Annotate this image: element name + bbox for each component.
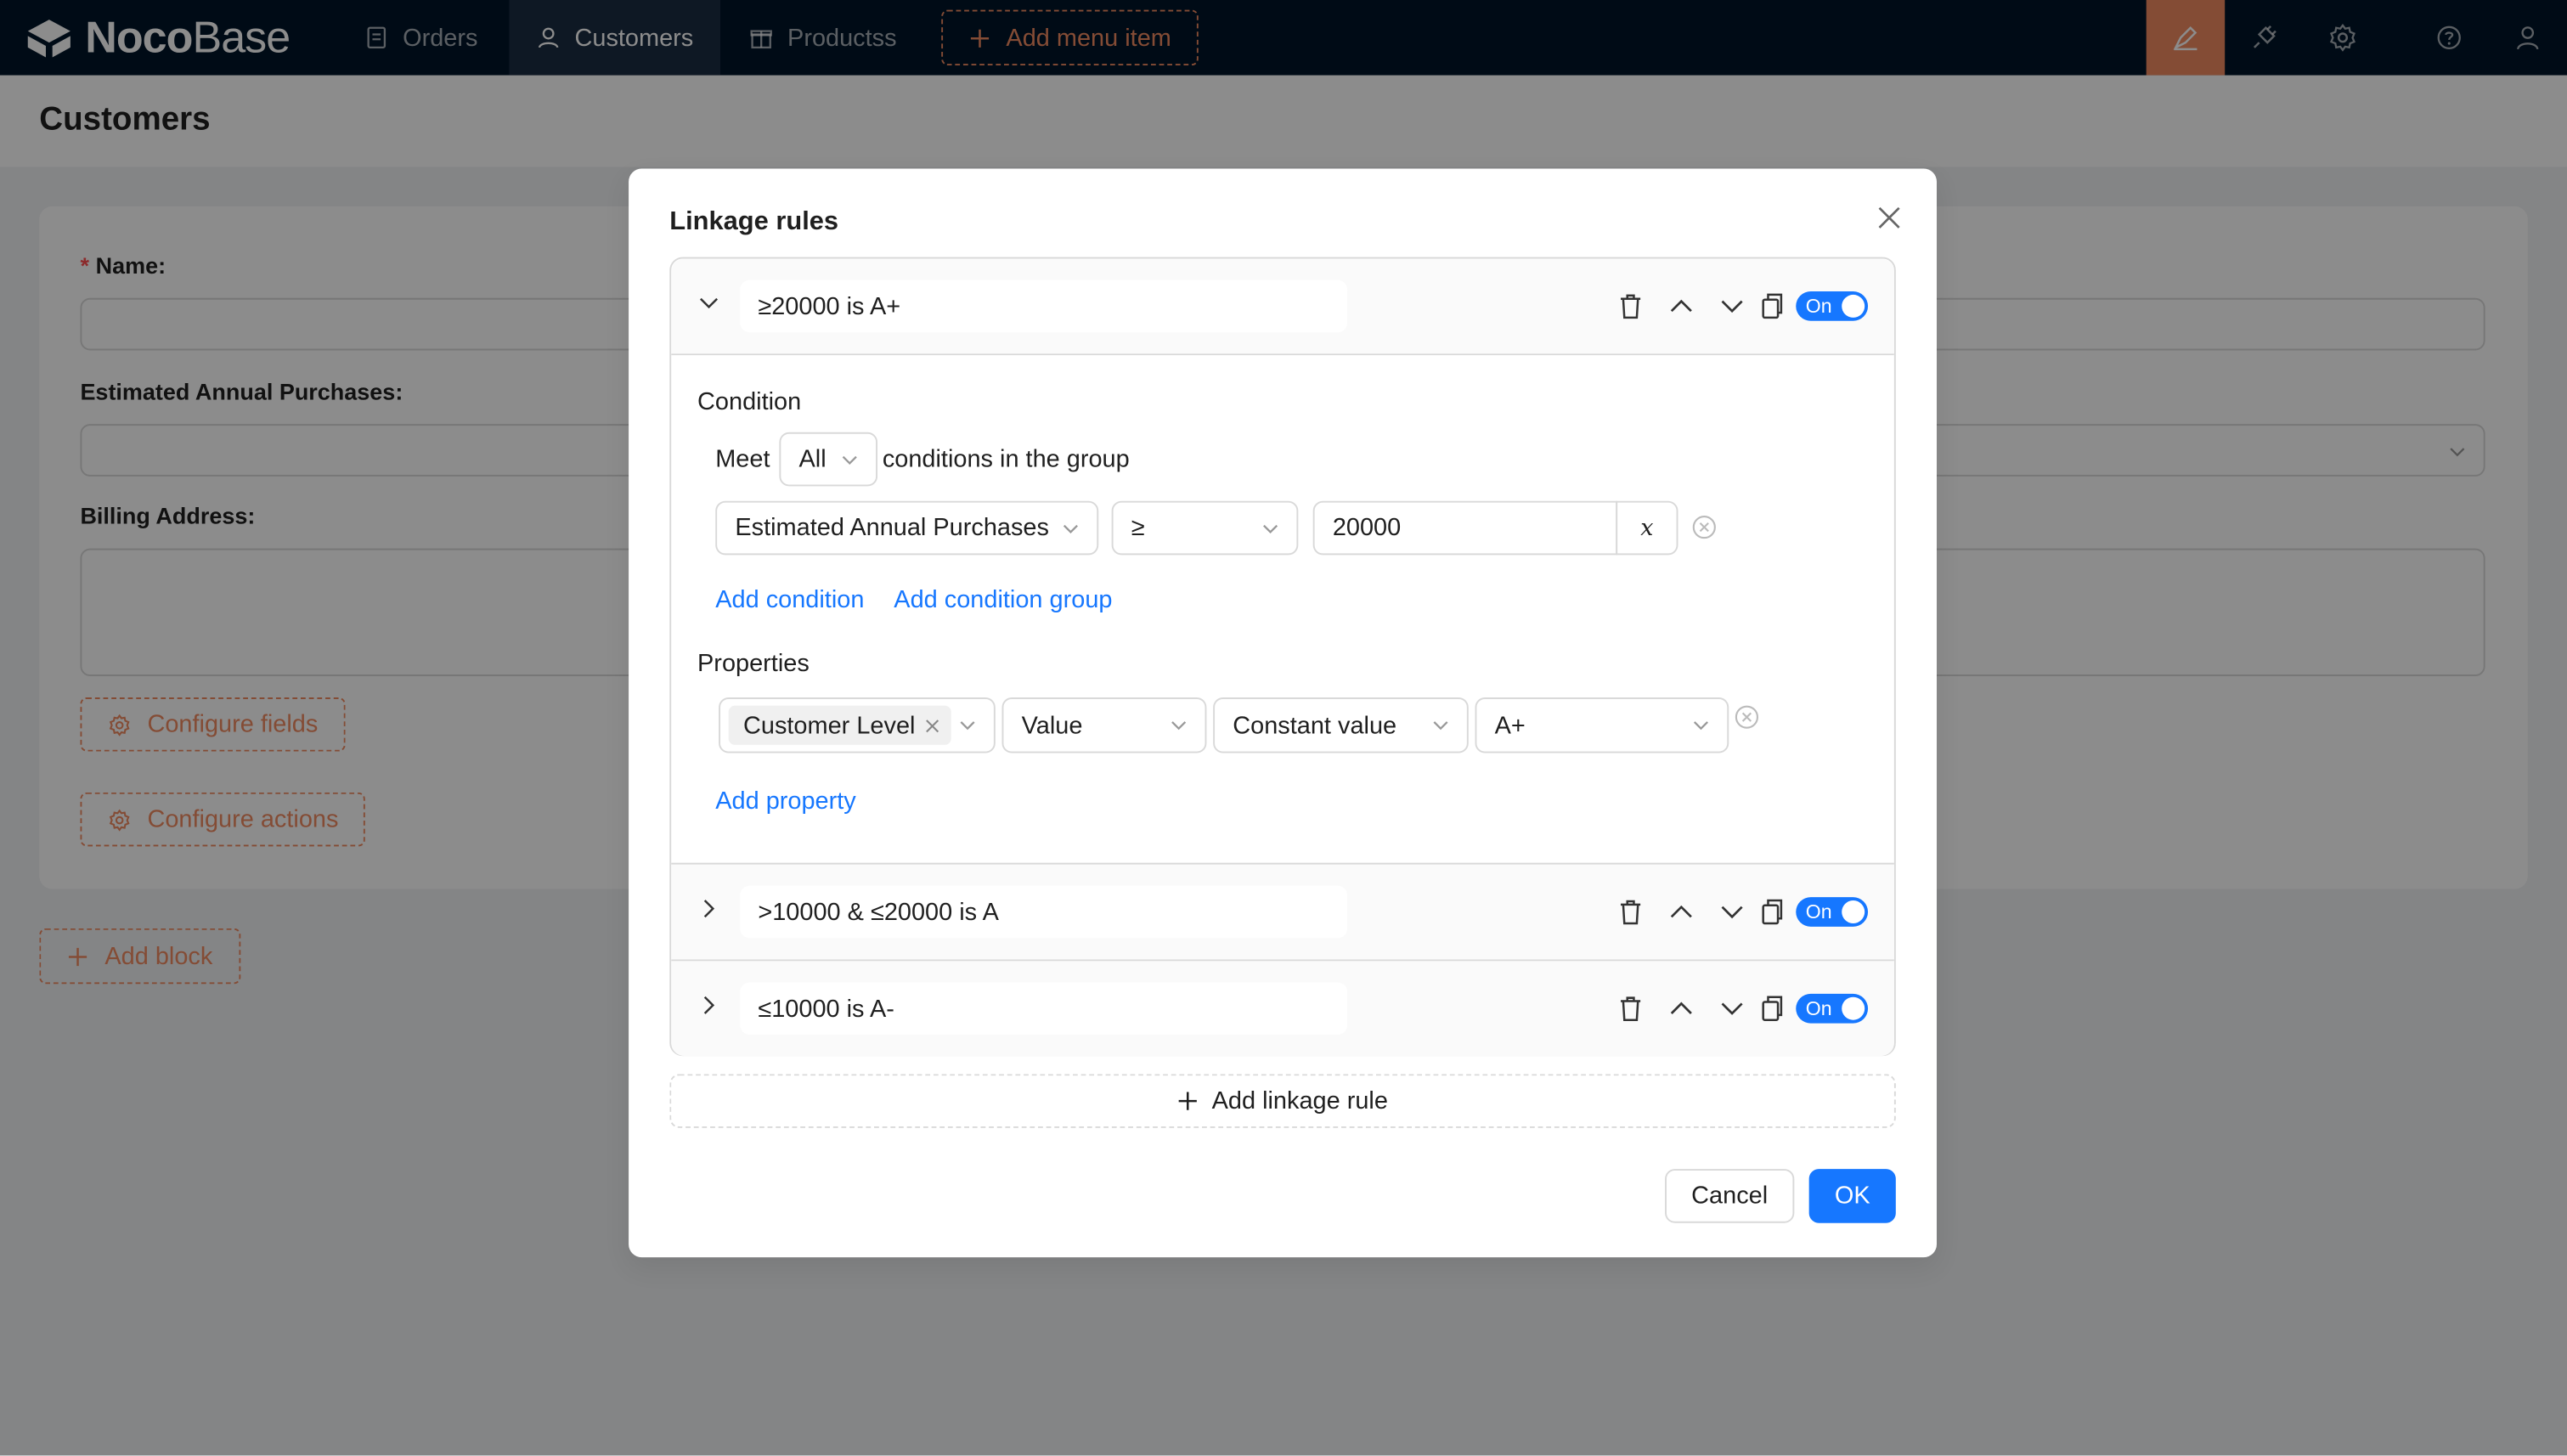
plus-icon bbox=[1179, 1092, 1198, 1110]
meet-label: Meet bbox=[715, 445, 770, 473]
modal-title: Linkage rules bbox=[669, 207, 839, 236]
rule-enabled-toggle[interactable]: On bbox=[1796, 993, 1869, 1024]
add-condition-group-link[interactable]: Add condition group bbox=[894, 586, 1112, 614]
move-up-icon[interactable] bbox=[1667, 994, 1696, 1024]
delete-icon[interactable] bbox=[1616, 994, 1645, 1024]
toggle-label: On bbox=[1805, 900, 1832, 923]
rule-header-2[interactable]: >10000 & ≤20000 is A On bbox=[671, 862, 1894, 960]
move-down-icon[interactable] bbox=[1718, 291, 1747, 321]
condition-operator-select[interactable]: ≥ bbox=[1111, 500, 1299, 556]
cancel-button[interactable]: Cancel bbox=[1665, 1169, 1795, 1223]
remove-condition-icon[interactable] bbox=[1691, 514, 1718, 540]
copy-icon[interactable] bbox=[1757, 291, 1786, 321]
linkage-rules-modal: Linkage rules ≥20000 is A+ On Condition … bbox=[629, 168, 1937, 1258]
rule-enabled-toggle[interactable]: On bbox=[1796, 291, 1869, 321]
toggle-label: On bbox=[1805, 996, 1832, 1020]
close-icon[interactable] bbox=[1873, 201, 1906, 234]
copy-icon[interactable] bbox=[1757, 897, 1786, 927]
chevron-down-icon bbox=[1693, 721, 1708, 731]
tag-close-icon[interactable] bbox=[925, 718, 939, 732]
rule-name-input[interactable]: >10000 & ≤20000 is A bbox=[740, 885, 1348, 939]
properties-section-title: Properties bbox=[697, 650, 810, 678]
add-linkage-rule-button[interactable]: Add linkage rule bbox=[669, 1074, 1896, 1128]
chevron-down-icon bbox=[1263, 523, 1278, 533]
add-condition-link[interactable]: Add condition bbox=[715, 586, 864, 614]
property-type-select[interactable]: Value bbox=[1001, 697, 1207, 753]
app-root: NocoBase Orders Customers Productss Add … bbox=[0, 0, 2567, 1456]
condition-section-title: Condition bbox=[697, 387, 802, 416]
property-field-select[interactable]: Customer Level bbox=[719, 697, 996, 753]
property-field-tag: Customer Level bbox=[728, 705, 951, 745]
chevron-down-icon bbox=[1171, 721, 1187, 731]
rule-header-3[interactable]: ≤10000 is A- On bbox=[671, 959, 1894, 1057]
move-down-icon[interactable] bbox=[1718, 897, 1747, 927]
condition-field-select[interactable]: Estimated Annual Purchases bbox=[715, 500, 1099, 556]
move-down-icon[interactable] bbox=[1718, 994, 1747, 1024]
chevron-down-icon bbox=[1433, 721, 1448, 731]
chevron-right-icon[interactable] bbox=[697, 897, 720, 920]
linkage-rules-list: ≥20000 is A+ On Condition Meet All condi… bbox=[669, 257, 1896, 1057]
delete-icon[interactable] bbox=[1616, 897, 1645, 927]
property-value-select[interactable]: A+ bbox=[1475, 697, 1729, 753]
rule-name-input[interactable]: ≤10000 is A- bbox=[740, 982, 1348, 1036]
move-up-icon[interactable] bbox=[1667, 291, 1696, 321]
chevron-down-icon[interactable] bbox=[697, 291, 720, 314]
rule-header-1[interactable]: ≥20000 is A+ On bbox=[671, 258, 1894, 356]
value-type-select[interactable]: Constant value bbox=[1213, 697, 1469, 753]
move-up-icon[interactable] bbox=[1667, 897, 1696, 927]
chevron-down-icon bbox=[842, 454, 857, 465]
rule-name-input[interactable]: ≥20000 is A+ bbox=[740, 279, 1348, 333]
chevron-right-icon[interactable] bbox=[697, 994, 720, 1017]
toggle-label: On bbox=[1805, 294, 1832, 318]
meet-select[interactable]: All bbox=[779, 432, 878, 487]
add-property-link[interactable]: Add property bbox=[715, 787, 856, 815]
rule-enabled-toggle[interactable]: On bbox=[1796, 897, 1869, 927]
copy-icon[interactable] bbox=[1757, 994, 1786, 1024]
add-linkage-rule-label: Add linkage rule bbox=[1211, 1086, 1388, 1115]
chevron-down-icon bbox=[960, 721, 975, 731]
chevron-down-icon bbox=[1063, 523, 1078, 533]
ok-button[interactable]: OK bbox=[1808, 1169, 1896, 1223]
condition-value-input[interactable]: 20000 bbox=[1312, 500, 1618, 556]
variable-button[interactable]: x bbox=[1616, 500, 1678, 556]
remove-property-icon[interactable] bbox=[1734, 704, 1760, 731]
delete-icon[interactable] bbox=[1616, 291, 1645, 321]
meet-suffix-label: conditions in the group bbox=[882, 445, 1130, 473]
rule-body-1: Condition Meet All conditions in the gro… bbox=[671, 355, 1894, 862]
